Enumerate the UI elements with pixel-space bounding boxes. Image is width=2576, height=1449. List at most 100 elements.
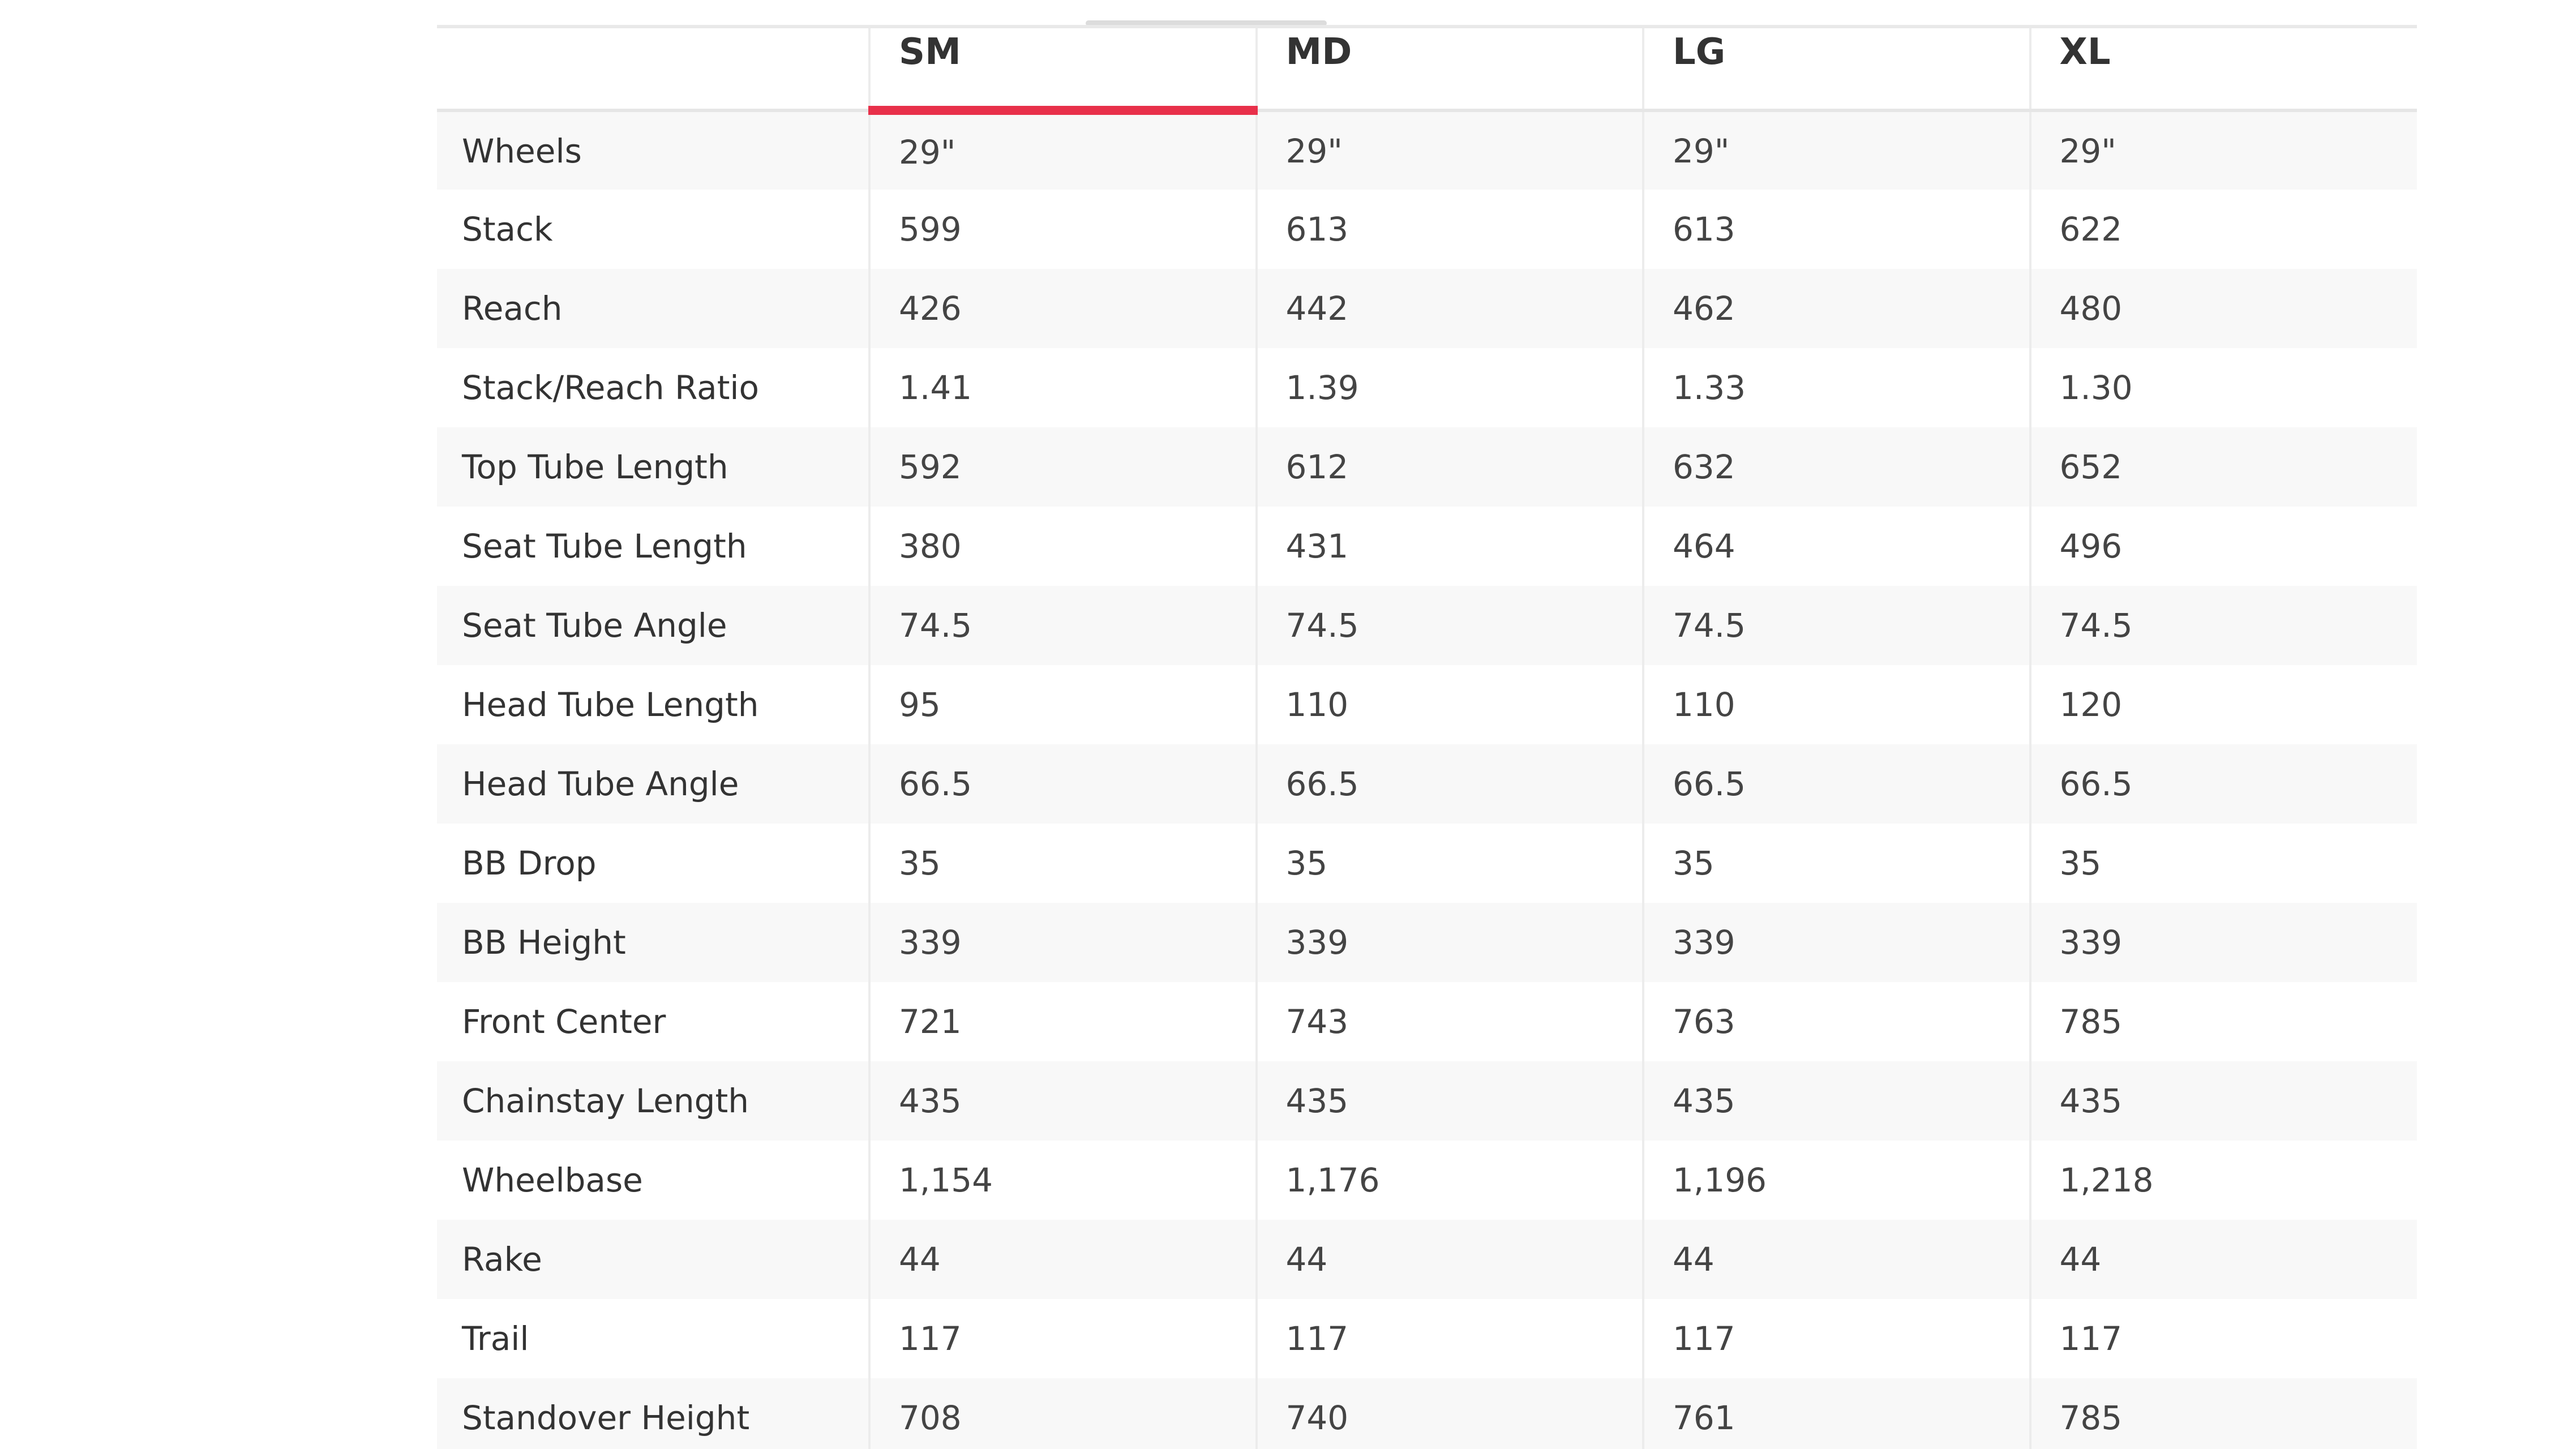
value-cell-xl: 35 [2029,824,2417,903]
value-cell-lg: 74.5 [1642,586,2030,665]
row-label: Trail [437,1299,869,1378]
value-cell-md: 442 [1255,269,1643,348]
row-label: BB Drop [437,824,869,903]
row-label: Chainstay Length [437,1061,869,1141]
value-cell-sm: 29" [868,110,1257,190]
value-cell-md: 29" [1255,110,1643,190]
value-cell-xl: 1,218 [2029,1141,2417,1220]
row-label: Rake [437,1220,869,1299]
value-cell-xl: 480 [2029,269,2417,348]
value-cell-sm: 35 [868,824,1257,903]
value-cell-sm: 599 [868,190,1257,269]
row-label: Standover Height [437,1378,869,1449]
table-row: BB Height 339 339 339 339 [437,903,2417,982]
table-row: Trail 117 117 117 117 [437,1299,2417,1378]
size-tab-label: SM [899,31,961,73]
value-cell-xl: 496 [2029,507,2417,586]
value-cell-lg: 66.5 [1642,744,2030,824]
geometry-table: SM MD LG XL Wheels 29" 29" 29" 29" Stack 599 61… [437,25,2417,1449]
value-cell-md: 35 [1255,824,1643,903]
value-cell-xl: 785 [2029,982,2417,1061]
value-cell-sm: 95 [868,665,1257,744]
value-cell-lg: 632 [1642,427,2030,507]
value-cell-md: 117 [1255,1299,1643,1378]
value-cell-lg: 35 [1642,824,2030,903]
value-cell-sm: 66.5 [868,744,1257,824]
row-label: Top Tube Length [437,427,869,507]
size-tab-label: XL [2059,31,2111,73]
table-row: Reach 426 442 462 480 [437,269,2417,348]
value-cell-lg: 1,196 [1642,1141,2030,1220]
value-cell-sm: 380 [868,507,1257,586]
value-cell-md: 44 [1255,1220,1643,1299]
value-cell-lg: 464 [1642,507,2030,586]
value-cell-xl: 74.5 [2029,586,2417,665]
size-tab-sm[interactable]: SM [868,27,1257,115]
table-row: Standover Height 708 740 761 785 [437,1378,2417,1449]
row-label: Seat Tube Angle [437,586,869,665]
value-cell-md: 339 [1255,903,1643,982]
value-cell-xl: 117 [2029,1299,2417,1378]
size-tab-xl[interactable]: XL [2029,27,2417,112]
value-cell-lg: 462 [1642,269,2030,348]
value-cell-sm: 117 [868,1299,1257,1378]
row-label: Reach [437,269,869,348]
value-cell-xl: 1.30 [2029,348,2417,427]
value-cell-lg: 763 [1642,982,2030,1061]
value-cell-md: 740 [1255,1378,1643,1449]
value-cell-sm: 74.5 [868,586,1257,665]
row-label: Head Tube Length [437,665,869,744]
table-row: Wheelbase 1,154 1,176 1,196 1,218 [437,1141,2417,1220]
value-cell-md: 110 [1255,665,1643,744]
value-cell-xl: 44 [2029,1220,2417,1299]
value-cell-xl: 66.5 [2029,744,2417,824]
value-cell-lg: 117 [1642,1299,2030,1378]
value-cell-lg: 761 [1642,1378,2030,1449]
table-row: Stack 599 613 613 622 [437,190,2417,269]
value-cell-xl: 785 [2029,1378,2417,1449]
value-cell-sm: 592 [868,427,1257,507]
row-label: Wheels [437,110,869,190]
value-cell-xl: 622 [2029,190,2417,269]
value-cell-md: 74.5 [1255,586,1643,665]
table-row: Top Tube Length 592 612 632 652 [437,427,2417,507]
value-cell-md: 612 [1255,427,1643,507]
value-cell-md: 1,176 [1255,1141,1643,1220]
row-label: Front Center [437,982,869,1061]
geometry-table-body: Wheels 29" 29" 29" 29" Stack 599 613 613 622 Reach… [437,110,2417,1449]
header-label-spacer [437,27,869,112]
row-label: Stack [437,190,869,269]
value-cell-sm: 44 [868,1220,1257,1299]
value-cell-lg: 29" [1642,110,2030,190]
value-cell-sm: 721 [868,982,1257,1061]
row-label: Wheelbase [437,1141,869,1220]
table-row: Front Center 721 743 763 785 [437,982,2417,1061]
value-cell-xl: 435 [2029,1061,2417,1141]
value-cell-md: 66.5 [1255,744,1643,824]
value-cell-xl: 652 [2029,427,2417,507]
value-cell-lg: 1.33 [1642,348,2030,427]
row-label: BB Height [437,903,869,982]
size-tab-lg[interactable]: LG [1642,27,2030,112]
value-cell-md: 431 [1255,507,1643,586]
row-label: Stack/Reach Ratio [437,348,869,427]
value-cell-lg: 44 [1642,1220,2030,1299]
size-tab-md[interactable]: MD [1255,27,1643,112]
value-cell-xl: 120 [2029,665,2417,744]
value-cell-sm: 426 [868,269,1257,348]
size-tab-label: MD [1285,31,1352,73]
table-row: Seat Tube Angle 74.5 74.5 74.5 74.5 [437,586,2417,665]
size-tab-label: LG [1673,31,1726,73]
geometry-table-header: SM MD LG XL [437,27,2417,115]
value-cell-lg: 110 [1642,665,2030,744]
value-cell-md: 1.39 [1255,348,1643,427]
value-cell-sm: 1.41 [868,348,1257,427]
value-cell-sm: 1,154 [868,1141,1257,1220]
table-row: Head Tube Angle 66.5 66.5 66.5 66.5 [437,744,2417,824]
table-row: Seat Tube Length 380 431 464 496 [437,507,2417,586]
value-cell-lg: 435 [1642,1061,2030,1141]
table-row: Wheels 29" 29" 29" 29" [437,110,2417,190]
table-row: Rake 44 44 44 44 [437,1220,2417,1299]
value-cell-md: 613 [1255,190,1643,269]
table-row: Chainstay Length 435 435 435 435 [437,1061,2417,1141]
